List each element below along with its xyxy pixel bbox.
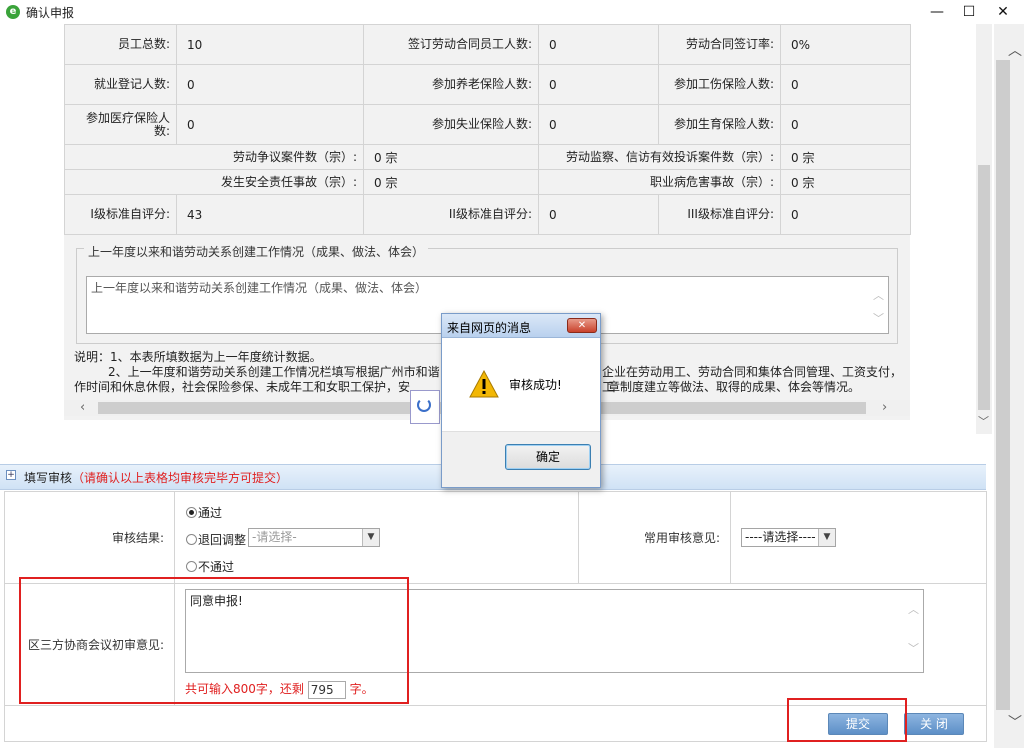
loading-spinner-icon — [417, 398, 431, 412]
stat-label: 参加工伤保险人数: — [658, 64, 781, 105]
alert-dialog: 来自网页的消息 ✕ 审核成功! 确定 — [441, 313, 601, 488]
radio-label: 不通过 — [198, 560, 235, 574]
outer-vertical-scroll-thumb[interactable] — [996, 60, 1010, 710]
stat-label: 参加养老保险人数: — [363, 64, 539, 105]
stat-value: 0 — [538, 24, 659, 65]
stat-value: 0 — [780, 64, 911, 105]
note-line: 2、上一年度和谐劳动关系创建工作情况栏填写根据广州市和谐 — [108, 365, 440, 379]
select-value: ----请选择---- — [745, 530, 816, 544]
highlight-box-submit — [787, 698, 907, 742]
table-row: 参加医疗保险人数: 0 参加失业保险人数: 0 参加生育保险人数: 0 — [64, 104, 911, 145]
radio-icon[interactable] — [186, 561, 197, 572]
case-value: 0 宗 — [780, 169, 911, 195]
table-row: 员工总数: 10 签订劳动合同员工人数: 0 劳动合同签订率: 0% — [64, 24, 911, 65]
score-label: I级标准自评分: — [64, 194, 177, 235]
stat-label: 参加生育保险人数: — [658, 104, 781, 145]
case-value: 0 宗 — [780, 144, 911, 170]
score-value: 0 — [538, 194, 659, 235]
inner-vertical-scroll-thumb[interactable] — [978, 165, 990, 410]
stat-value: 0 — [176, 64, 364, 105]
score-label: II级标准自评分: — [363, 194, 539, 235]
note-line: 章制度建立等做法、取得的成果、体会等情况。 — [608, 380, 861, 394]
dialog-title: 来自网页的消息 — [447, 321, 532, 335]
stats-table: 员工总数: 10 签订劳动合同员工人数: 0 劳动合同签订率: 0% 就业登记人… — [64, 24, 911, 235]
expand-icon[interactable]: + — [6, 470, 16, 480]
case-value: 0 宗 — [363, 144, 539, 170]
radio-return[interactable]: 退回调整 — [186, 531, 246, 548]
radio-label: 通过 — [198, 506, 223, 520]
table-row: 劳动争议案件数（宗）: 0 宗 劳动监察、信访有效投诉案件数（宗）: 0 宗 — [64, 144, 911, 170]
radio-pass[interactable]: 通过 — [186, 504, 222, 521]
case-label: 发生安全责任事故（宗）: — [64, 169, 364, 195]
highlight-box-opinion — [19, 577, 409, 704]
chevron-down-icon[interactable]: ▼ — [818, 529, 835, 546]
scroll-down-icon[interactable]: ﹀ — [1008, 712, 1022, 732]
case-label: 劳动监察、信访有效投诉案件数（宗）: — [538, 144, 781, 170]
scroll-left-icon[interactable]: ‹ — [80, 400, 85, 415]
score-value: 0 — [780, 194, 911, 235]
table-row: 审核结果: 常用审核意见: — [4, 491, 987, 584]
case-value: 0 宗 — [363, 169, 539, 195]
table-row: 发生安全责任事故（宗）: 0 宗 职业病危害事故（宗）: 0 宗 — [64, 169, 911, 195]
dialog-ok-button[interactable]: 确定 — [505, 444, 591, 470]
score-value: 43 — [176, 194, 364, 235]
scroll-down-icon[interactable]: ﹀ — [908, 640, 919, 656]
scroll-right-icon[interactable]: › — [882, 400, 887, 415]
stat-label: 就业登记人数: — [64, 64, 177, 105]
stat-value: 0 — [538, 64, 659, 105]
scroll-up-icon[interactable]: ︿ — [1008, 40, 1022, 60]
scroll-down-icon[interactable]: ﹀ — [978, 413, 989, 429]
scroll-up-icon[interactable]: ︿ — [873, 287, 884, 303]
review-title-text: 填写审核 — [24, 471, 73, 485]
dialog-close-button[interactable]: ✕ — [567, 318, 597, 333]
stat-label: 参加失业保险人数: — [363, 104, 539, 145]
common-opinion-label: 常用审核意见: — [578, 491, 731, 584]
close-button[interactable]: 关 闭 — [904, 713, 964, 735]
note-line: 作时间和休息休假，社会保险参保、未成年工和女职工保护，安 — [74, 380, 411, 394]
case-label: 劳动争议案件数（宗）: — [64, 144, 364, 170]
radio-icon[interactable] — [186, 534, 197, 545]
case-label: 职业病危害事故（宗）: — [538, 169, 781, 195]
return-reason-select[interactable]: -请选择- ▼ — [248, 528, 380, 547]
stat-value: 10 — [176, 24, 364, 65]
dialog-message: 审核成功! — [509, 378, 562, 392]
result-label: 审核结果: — [4, 491, 175, 584]
review-title-note: （请确认以上表格均审核完毕方可提交） — [72, 471, 289, 485]
score-label: III级标准自评分: — [658, 194, 781, 235]
radio-selected-icon[interactable] — [186, 507, 197, 518]
review-section-title: 填写审核（请确认以上表格均审核完毕方可提交） — [24, 469, 288, 486]
warning-icon — [469, 370, 499, 398]
stat-value: 0 — [176, 104, 364, 145]
chevron-down-icon[interactable]: ▼ — [362, 529, 379, 546]
scroll-up-icon[interactable]: ︿ — [908, 601, 919, 617]
work-legend: 上一年度以来和谐劳动关系创建工作情况（成果、做法、体会） — [84, 243, 429, 260]
stat-label: 劳动合同签订率: — [658, 24, 781, 65]
radio-label: 退回调整 — [198, 533, 247, 547]
scroll-down-icon[interactable]: ﹀ — [873, 310, 884, 326]
select-value: -请选择- — [252, 530, 297, 544]
table-row: I级标准自评分: 43 II级标准自评分: 0 III级标准自评分: 0 — [64, 194, 911, 235]
stat-label: 员工总数: — [64, 24, 177, 65]
common-opinion-select[interactable]: ----请选择---- ▼ — [741, 528, 836, 547]
stat-value: 0 — [538, 104, 659, 145]
stat-value: 0 — [780, 104, 911, 145]
stat-label: 签订劳动合同员工人数: — [363, 24, 539, 65]
radio-reject[interactable]: 不通过 — [186, 558, 234, 575]
table-row: 就业登记人数: 0 参加养老保险人数: 0 参加工伤保险人数: 0 — [64, 64, 911, 105]
stat-label: 参加医疗保险人数: — [64, 104, 177, 145]
stat-value: 0% — [780, 24, 911, 65]
